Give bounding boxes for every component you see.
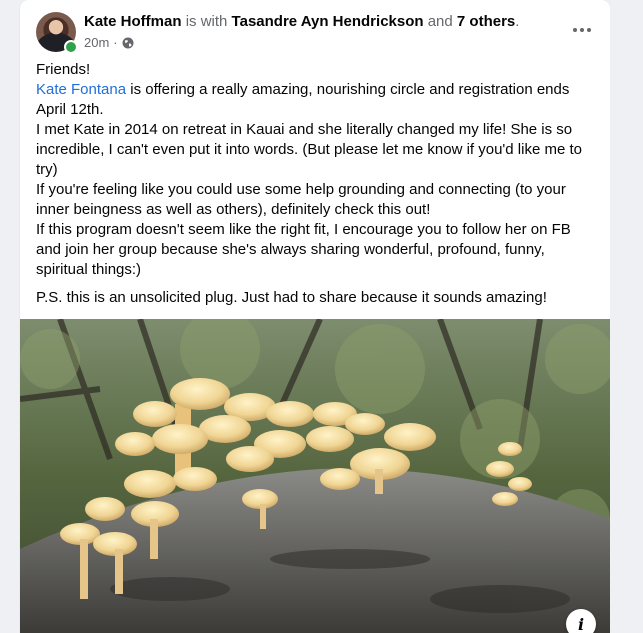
paragraph-follow: If this program doesn't seem like the ri…: [36, 221, 571, 278]
paragraph-offer: Kate Fontana is offering a really amazin…: [36, 80, 596, 120]
post-meta: 20m ·: [84, 35, 134, 50]
more-dot: [587, 28, 591, 32]
tagged-person[interactable]: Tasandre Ayn Hendrickson: [232, 13, 424, 30]
post-card: Kate Hoffman is with Tasandre Ayn Hendri…: [20, 0, 610, 633]
image-info-button[interactable]: i: [566, 609, 596, 633]
post-timestamp[interactable]: 20m: [84, 35, 109, 50]
post-header: Kate Hoffman is with Tasandre Ayn Hendri…: [20, 0, 610, 60]
paragraph-ps: P.S. this is an unsolicited plug. Just h…: [36, 289, 547, 306]
globe-icon[interactable]: [122, 37, 134, 49]
mushroom-photo: [20, 319, 610, 633]
more-options-icon: [573, 28, 577, 32]
mention-link[interactable]: Kate Fontana: [36, 81, 126, 98]
page-background-edge: [610, 0, 643, 633]
post-body: Friends! Kate Fontana is offering a real…: [36, 60, 596, 308]
post-title-line: Kate Hoffman is with Tasandre Ayn Hendri…: [84, 13, 519, 30]
with-text: is with: [185, 13, 228, 30]
more-options-button[interactable]: [566, 14, 598, 46]
and-text: and: [427, 13, 453, 30]
paragraph-grounding: If you're feeling like you could use som…: [36, 181, 566, 218]
paragraph-greeting: Friends!: [36, 61, 91, 78]
author-name[interactable]: Kate Hoffman: [84, 13, 182, 30]
post-photo[interactable]: i: [20, 319, 610, 633]
info-icon: i: [577, 614, 585, 633]
more-dot: [580, 28, 584, 32]
paragraph-story: I met Kate in 2014 on retreat in Kauai a…: [36, 121, 582, 178]
title-period: .: [515, 13, 520, 30]
tagged-others-link[interactable]: 7 others: [457, 13, 515, 30]
meta-separator: ·: [113, 35, 118, 50]
online-status-dot: [64, 40, 78, 54]
